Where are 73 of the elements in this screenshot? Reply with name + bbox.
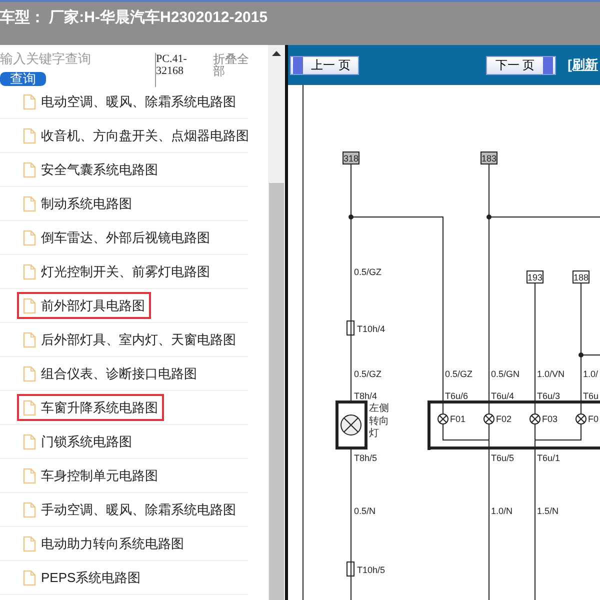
wire-label: 0.5/N [354, 506, 376, 516]
wire-label: 1.0/N [491, 506, 513, 516]
document-icon [23, 162, 36, 178]
lamp-label: 左侧转向灯 [369, 403, 390, 440]
document-icon [23, 230, 36, 246]
sidebar-item[interactable]: 安全气囊系统电路图 [17, 156, 164, 184]
lamp-icon [576, 414, 586, 424]
wire-label: 1.5/N [537, 506, 559, 516]
sidebar-item[interactable]: 手动空调、暖风、除霜系统电路图 [17, 496, 242, 524]
fuse-label: F02 [496, 414, 512, 424]
sidebar-item[interactable]: 门锁系统电路图 [17, 428, 138, 456]
sidebar-item[interactable]: 电动空调、暖风、除霜系统电路图 [17, 90, 242, 116]
pin-label: T6u/5 [491, 453, 514, 463]
scrollbar[interactable] [268, 45, 285, 600]
document-icon [23, 366, 36, 382]
wire-label: 1.0/VN [537, 369, 565, 379]
pin-label: T6u/4 [491, 391, 514, 401]
document-icon [23, 332, 36, 348]
terminal-tag: 188 [572, 270, 590, 284]
fuse-label: F03 [542, 414, 558, 424]
pin-label: T8h/5 [354, 453, 378, 463]
terminal-tag: 183 [480, 152, 498, 164]
pin-label: T8h/4 [354, 391, 378, 401]
document-icon [23, 196, 36, 212]
lamp-icon [438, 414, 448, 424]
sidebar-item[interactable]: 灯光控制开关、前雾灯电路图 [17, 258, 216, 286]
scroll-up-icon[interactable] [272, 51, 281, 56]
sidebar-item[interactable]: 车身控制单元电路图 [17, 462, 164, 490]
document-icon [23, 502, 36, 518]
refresh-link[interactable]: [刷新 [568, 55, 598, 75]
wire-label: 0.5/GN [491, 369, 520, 379]
search-button[interactable]: 查询 [0, 72, 46, 86]
document-icon [23, 468, 36, 484]
pin-label: T6u [583, 391, 599, 401]
sidebar-item[interactable]: 前外部灯具电路图 [17, 292, 151, 320]
collapse-all-link[interactable]: 折叠全部 [213, 53, 253, 90]
pin-label: T6u/1 [537, 453, 560, 463]
sidebar-item[interactable]: 倒车雷达、外部后视镜电路图 [17, 224, 216, 252]
sidebar-item[interactable]: 车窗升降系统电路图 [17, 394, 164, 422]
document-icon [23, 264, 36, 280]
document-icon [23, 128, 36, 144]
next-page-button[interactable]: 下一 页 [486, 56, 556, 74]
previous-page-button[interactable]: 上一 页 [290, 56, 360, 74]
lamp-icon [530, 414, 540, 424]
wire-label: 1.0/ [583, 369, 598, 379]
lamp-icon [340, 414, 362, 436]
document-icon [23, 298, 36, 314]
sidebar-item[interactable]: 制动系统电路图 [17, 190, 138, 218]
sidebar-item[interactable]: 收音机、方向盘开关、点烟器电路图 [17, 122, 255, 150]
sidebar-item[interactable]: 后外部灯具、室内灯、天窗电路图 [17, 326, 242, 354]
connector-label: T10h/4 [357, 324, 386, 334]
fuse-label: F01 [450, 414, 466, 424]
pin-label: T6u/3 [537, 391, 560, 401]
sidebar-item[interactable]: 电动助力转向系统电路图 [17, 530, 190, 558]
pin-label: T6u/6 [445, 391, 468, 401]
wire-label: 0.5/GZ [354, 267, 382, 277]
document-icon [23, 570, 36, 586]
document-icon [23, 400, 36, 416]
terminal-tag: 318 [342, 152, 360, 164]
sidebar-item[interactable]: PEPS系统电路图 [17, 564, 147, 592]
scroll-thumb[interactable] [269, 183, 284, 600]
lamp-icon [484, 414, 494, 424]
model-title: 车型： 厂家:H-华晨汽车H2302012-2015 [0, 9, 268, 26]
sidebar-item[interactable]: 组合仪表、诊断接口电路图 [17, 360, 203, 388]
document-icon [23, 94, 36, 110]
document-icon [23, 536, 36, 552]
terminal-tag: 193 [526, 270, 544, 284]
fuse-label: F0 [588, 414, 599, 424]
connector-label: T10h/5 [357, 565, 386, 575]
document-code: PC.41-32168 [155, 53, 205, 87]
document-icon [23, 434, 36, 450]
wire-label: 0.5/GZ [354, 369, 382, 379]
wire-label: 0.5/GZ [445, 369, 473, 379]
